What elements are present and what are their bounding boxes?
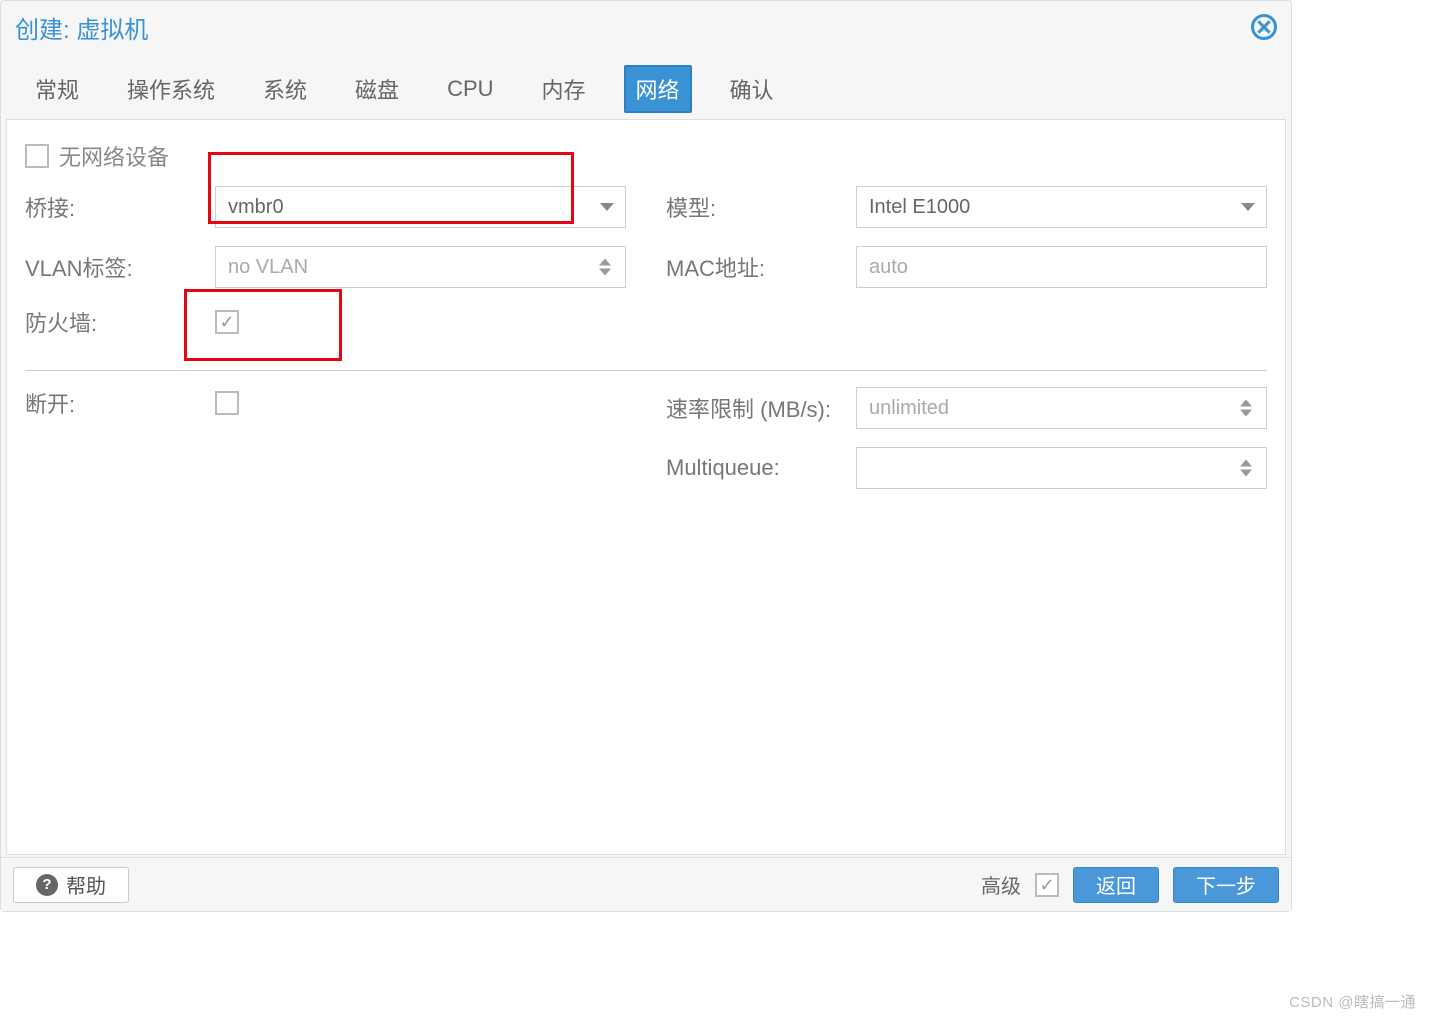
firewall-checkbox[interactable] (215, 310, 239, 334)
disconnect-label: 断开: (25, 387, 215, 419)
create-vm-dialog: 创建: 虚拟机 常规 操作系统 系统 磁盘 CPU 内存 网络 确认 无网络设备… (0, 0, 1292, 912)
spinner-up-icon[interactable] (1240, 400, 1252, 407)
tab-system[interactable]: 系统 (253, 67, 317, 111)
form-panel: 无网络设备 桥接: vmbr0 VLAN标签: no VLAN (6, 119, 1286, 855)
rate-input[interactable]: unlimited (856, 387, 1267, 429)
watermark: CSDN @瞎搞一通 (1289, 991, 1416, 1012)
no-network-checkbox[interactable] (25, 144, 49, 168)
vlan-placeholder: no VLAN (228, 256, 308, 279)
model-value: Intel E1000 (869, 196, 970, 219)
multiqueue-label: Multiqueue: (666, 455, 856, 481)
spinner-up-icon[interactable] (1240, 460, 1252, 467)
chevron-down-icon[interactable] (589, 187, 625, 227)
vlan-label: VLAN标签: (25, 251, 215, 283)
tab-confirm[interactable]: 确认 (720, 67, 784, 111)
advanced-checkbox[interactable] (1035, 873, 1059, 897)
tab-os[interactable]: 操作系统 (117, 67, 225, 111)
dialog-title: 创建: 虚拟机 (15, 10, 148, 45)
bridge-label: 桥接: (25, 191, 215, 223)
spinner-up-icon[interactable] (599, 259, 611, 266)
back-button[interactable]: 返回 (1073, 867, 1159, 903)
help-icon: ? (36, 874, 58, 896)
rate-label: 速率限制 (MB/s): (666, 392, 856, 424)
spinner-down-icon[interactable] (1240, 410, 1252, 417)
tab-disk[interactable]: 磁盘 (345, 67, 409, 111)
vlan-input[interactable]: no VLAN (215, 246, 626, 288)
footer: ? 帮助 高级 返回 下一步 (1, 857, 1291, 911)
mac-label: MAC地址: (666, 251, 856, 283)
tab-general[interactable]: 常规 (25, 67, 89, 111)
model-select[interactable]: Intel E1000 (856, 186, 1267, 228)
bridge-select[interactable]: vmbr0 (215, 186, 626, 228)
no-network-label: 无网络设备 (59, 140, 169, 172)
bridge-value: vmbr0 (228, 196, 284, 219)
tab-memory[interactable]: 内存 (532, 67, 596, 111)
spinner-down-icon[interactable] (1240, 470, 1252, 477)
mac-placeholder: auto (869, 256, 908, 279)
tab-network[interactable]: 网络 (624, 65, 692, 113)
divider (25, 370, 1267, 371)
rate-placeholder: unlimited (869, 397, 949, 420)
multiqueue-input[interactable] (856, 447, 1267, 489)
firewall-label: 防火墙: (25, 306, 215, 338)
next-button[interactable]: 下一步 (1173, 867, 1279, 903)
tab-cpu[interactable]: CPU (437, 70, 503, 108)
close-icon[interactable] (1251, 14, 1277, 40)
help-button[interactable]: ? 帮助 (13, 867, 129, 903)
spinner-down-icon[interactable] (599, 269, 611, 276)
help-label: 帮助 (66, 870, 106, 899)
mac-input[interactable]: auto (856, 246, 1267, 288)
disconnect-checkbox[interactable] (215, 391, 239, 415)
titlebar: 创建: 虚拟机 (1, 1, 1291, 53)
model-label: 模型: (666, 191, 856, 223)
advanced-label: 高级 (981, 870, 1021, 899)
chevron-down-icon[interactable] (1230, 187, 1266, 227)
